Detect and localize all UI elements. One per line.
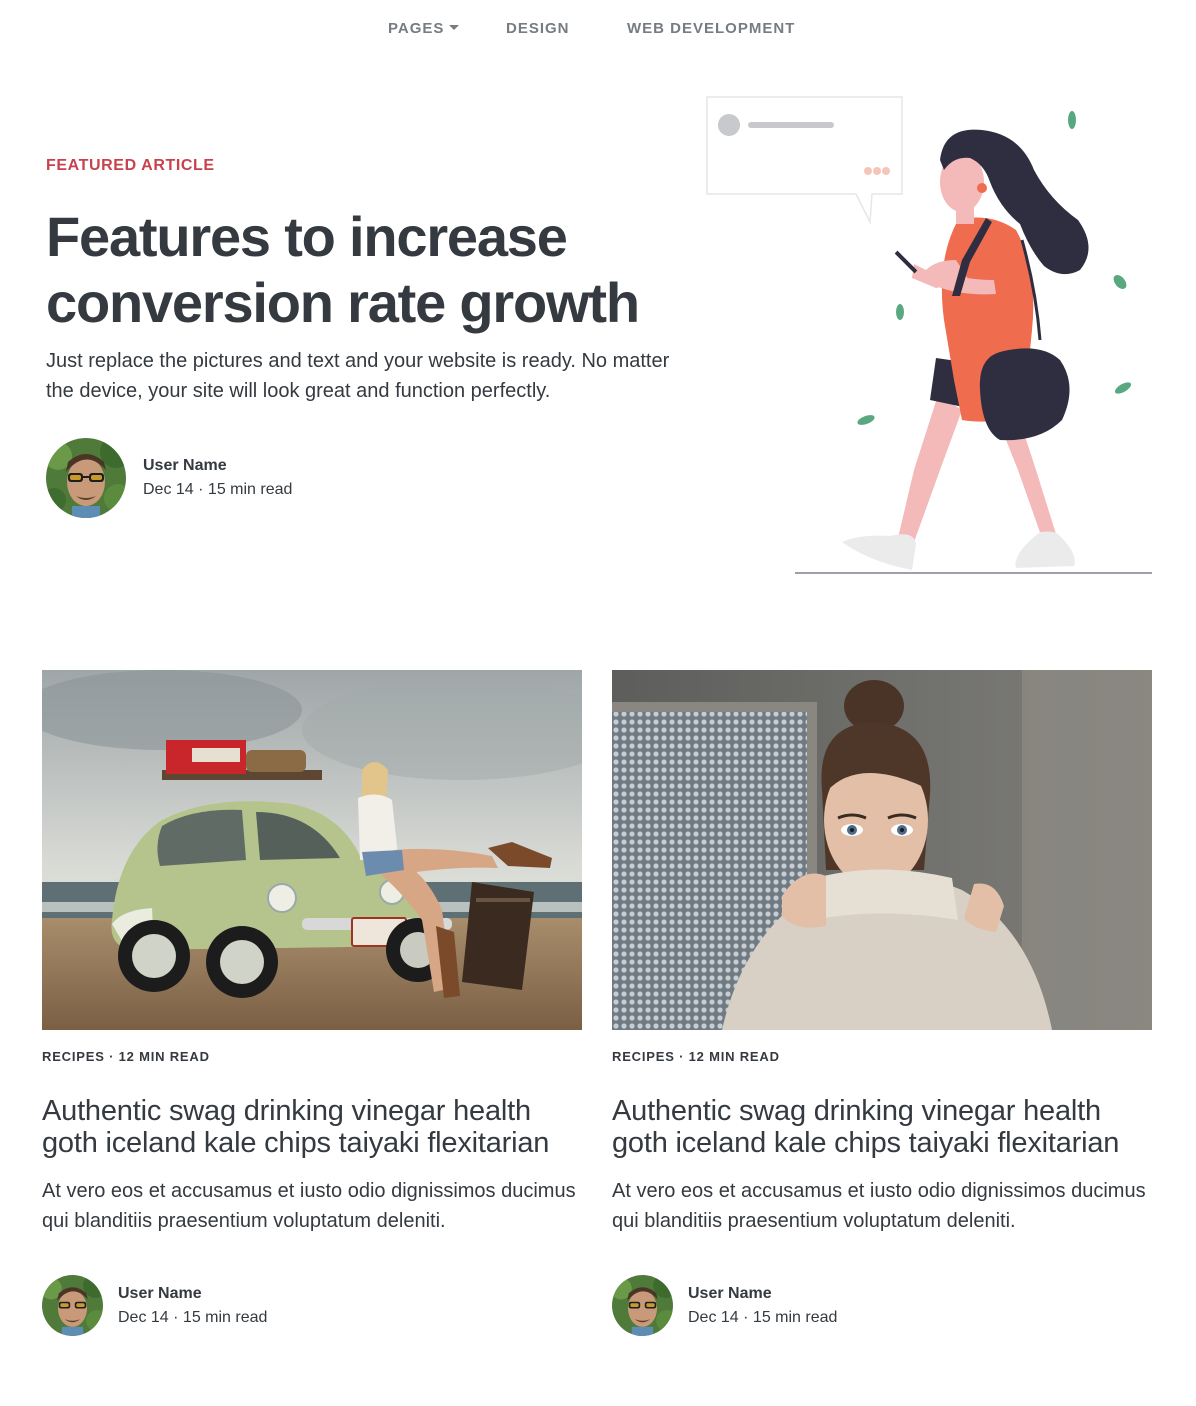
card-author: User Name Dec 14 · 15 min read: [612, 1275, 1152, 1336]
author-meta: User Name Dec 14 · 15 min read: [118, 1285, 267, 1327]
nav-web-development-link[interactable]: WEB DEVELOPMENT: [627, 20, 795, 37]
featured-article-label: FEATURED ARTICLE: [46, 157, 215, 174]
card-author: User Name Dec 14 · 15 min read: [42, 1275, 582, 1336]
author-name[interactable]: User Name: [118, 1285, 267, 1303]
author-date-readtime: Dec 14 · 15 min read: [118, 1308, 268, 1326]
hero-illustration: [700, 90, 1160, 580]
author-meta: User Name Dec 14 · 15 min read: [143, 457, 292, 499]
hero-description: Just replace the pictures and text and y…: [46, 350, 670, 402]
speech-bubble-icon: [706, 96, 903, 225]
nav-design-link[interactable]: DESIGN: [506, 20, 570, 37]
author-name[interactable]: User Name: [688, 1285, 837, 1303]
card-title[interactable]: Authentic swag drinking vinegar health g…: [612, 1095, 1152, 1159]
author-date-readtime: Dec 14 · 15 min read: [688, 1308, 838, 1326]
card-category-readtime: RECIPES · 12 MIN READ: [612, 1049, 780, 1064]
hero-title[interactable]: Features to increase conversion rate gro…: [46, 204, 686, 336]
top-nav: PAGES DESIGN WEB DEVELOPMENT: [0, 0, 1196, 56]
card-image-vintage-car[interactable]: [42, 670, 582, 1030]
nav-pages-label: PAGES: [388, 20, 445, 37]
avatar[interactable]: [612, 1275, 673, 1336]
card-excerpt: At vero eos et accusamus et iusto odio d…: [612, 1180, 1146, 1232]
avatar[interactable]: [42, 1275, 103, 1336]
avatar[interactable]: [46, 438, 126, 518]
article-card: RECIPES · 12 MIN READ Authentic swag dri…: [612, 670, 1152, 1336]
card-excerpt: At vero eos et accusamus et iusto odio d…: [42, 1180, 576, 1232]
card-title[interactable]: Authentic swag drinking vinegar health g…: [42, 1095, 582, 1159]
author-name[interactable]: User Name: [143, 457, 292, 475]
author-meta: User Name Dec 14 · 15 min read: [688, 1285, 837, 1327]
nav-pages-dropdown[interactable]: PAGES: [388, 20, 460, 37]
card-image-woman-sweater[interactable]: [612, 670, 1152, 1030]
card-category-readtime: RECIPES · 12 MIN READ: [42, 1049, 210, 1064]
article-card: RECIPES · 12 MIN READ Authentic swag dri…: [42, 670, 582, 1336]
author-date-readtime: Dec 14 · 15 min read: [143, 481, 293, 498]
caret-down-icon: [449, 24, 460, 30]
hero-author: User Name Dec 14 · 15 min read: [46, 438, 292, 518]
